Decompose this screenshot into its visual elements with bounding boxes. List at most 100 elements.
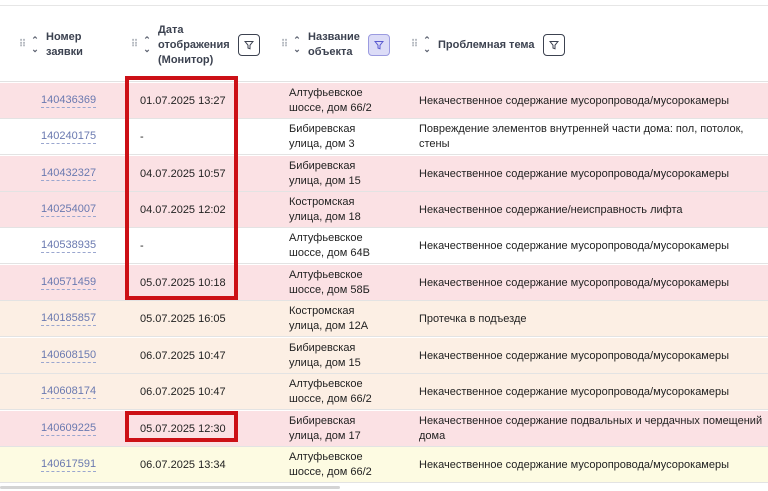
object-name-cell: Алтуфьевское шоссе, дом 66/2	[289, 374, 399, 410]
table-row[interactable]: 140185857 05.07.2025 16:05 Костромская улиц…	[0, 301, 768, 337]
column-header-number[interactable]: ⠿ ⌃ ⌄ Номер заявки	[18, 8, 83, 82]
object-name-cell: Алтуфьевское шоссе, дом 58Б	[289, 265, 399, 301]
sort-icon[interactable]: ⌃ ⌄	[142, 36, 152, 54]
object-name-cell: Алтуфьевское шоссе, дом 66/2	[289, 83, 399, 119]
object-name-line-2: шоссе, дом 58Б	[289, 284, 370, 296]
drag-handle-icon[interactable]: ⠿	[280, 40, 288, 50]
column-date-label-2: отображения	[158, 38, 230, 51]
table-row[interactable]: 140608150 06.07.2025 10:47 Бибиревская улиц…	[0, 338, 768, 374]
request-number-link[interactable]: 140240175	[41, 130, 97, 144]
object-name-line-2: улица, дом 17	[289, 430, 361, 442]
sort-icon[interactable]: ⌃ ⌄	[422, 36, 432, 54]
problem-topic-cell: Некачественное содержание мусоропровода/…	[419, 83, 764, 119]
problem-topic-cell: Повреждение элементов внутренней части д…	[419, 119, 764, 155]
request-number-cell: 140617591	[41, 447, 121, 483]
request-number-link[interactable]: 140608150	[41, 349, 97, 363]
table-row[interactable]: 140617591 06.07.2025 13:34 Алтуфьевское шос…	[0, 447, 768, 483]
problem-topic-cell: Некачественное содержание подвальных и ч…	[419, 411, 764, 447]
table-row[interactable]: 140608174 06.07.2025 10:47 Алтуфьевское шос…	[0, 374, 768, 410]
display-date: 05.07.2025 12:30	[140, 422, 226, 435]
drag-handle-icon[interactable]: ⠿	[18, 40, 26, 50]
problem-topic-line-1: Некачественное содержание/неисправность …	[419, 203, 683, 216]
display-date: 04.07.2025 10:57	[140, 167, 226, 180]
filter-button-object[interactable]	[367, 34, 390, 56]
problem-topic-line-1: Повреждение элементов внутренней части д…	[419, 123, 744, 135]
object-name-line-2: шоссе, дом 66/2	[289, 393, 372, 405]
problem-topic-cell: Некачественное содержание мусоропровода/…	[419, 374, 764, 410]
problem-topic-line-1: Некачественное содержание мусоропровода/…	[419, 239, 730, 252]
table-row[interactable]: 140432327 04.07.2025 10:57 Бибиревская улиц…	[0, 156, 768, 192]
display-date-cell: 06.07.2025 10:47	[140, 374, 260, 410]
top-divider	[0, 5, 768, 6]
request-number-link[interactable]: 140432327	[41, 167, 97, 181]
column-header-date[interactable]: ⠿ ⌃ ⌄ Дата отображения (Монитор)	[130, 8, 260, 82]
filter-button-date[interactable]	[237, 34, 260, 56]
object-name-line-2: улица, дом 15	[289, 357, 361, 369]
filter-icon	[243, 41, 254, 50]
request-number-cell: 140571459	[41, 265, 121, 301]
request-number-link[interactable]: 140254007	[41, 203, 97, 217]
object-name-line-1: Алтуфьевское	[289, 87, 363, 99]
problem-topic-cell: Некачественное содержание/неисправность …	[419, 192, 764, 228]
table-row[interactable]: 140609225 05.07.2025 12:30 Бибиревская улиц…	[0, 411, 768, 447]
request-number-link[interactable]: 140436369	[41, 94, 97, 108]
problem-topic-line-1: Протечка в подъезде	[419, 312, 527, 325]
object-name-cell: Алтуфьевское шоссе, дом 66/2	[289, 447, 399, 483]
request-number-link[interactable]: 140609225	[41, 422, 97, 436]
display-date: 06.07.2025 10:47	[140, 349, 226, 362]
display-date: -	[140, 239, 144, 252]
column-header-object[interactable]: ⠿ ⌃ ⌄ Название объекта	[280, 8, 390, 82]
object-name-line-1: Бибиревская	[289, 123, 356, 135]
display-date-cell: 04.07.2025 12:02	[140, 192, 260, 228]
object-name-cell: Костромская улица, дом 18	[289, 192, 399, 228]
drag-handle-icon[interactable]: ⠿	[410, 40, 418, 50]
object-name-cell: Бибиревская улица, дом 15	[289, 338, 399, 374]
drag-handle-icon[interactable]: ⠿	[130, 40, 138, 50]
object-name-line-2: шоссе, дом 66/2	[289, 102, 372, 114]
object-name-line-2: улица, дом 12А	[289, 320, 369, 332]
column-number-label-1: Номер	[46, 31, 82, 43]
object-name-line-1: Алтуфьевское	[289, 451, 363, 463]
object-name-line-2: улица, дом 3	[289, 138, 355, 150]
request-number-link[interactable]: 140571459	[41, 276, 97, 290]
column-header-topic[interactable]: ⠿ ⌃ ⌄ Проблемная тема	[410, 8, 565, 82]
object-name-cell: Бибиревская улица, дом 15	[289, 156, 399, 192]
request-number-link[interactable]: 140185857	[41, 312, 97, 326]
display-date-cell: -	[140, 119, 260, 155]
display-date-cell: 05.07.2025 12:30	[140, 411, 260, 447]
table-row[interactable]: 140240175 - Бибиревская улица, дом 3 Поврежд…	[0, 119, 768, 155]
request-number-cell: 140538935	[41, 228, 121, 264]
table-row[interactable]: 140436369 01.07.2025 13:27 Алтуфьевское шос…	[0, 83, 768, 119]
object-name-line-1: Бибиревская	[289, 415, 356, 427]
request-number-cell: 140432327	[41, 156, 121, 192]
problem-topic-line-1: Некачественное содержание мусоропровода/…	[419, 94, 730, 107]
object-name-line-1: Алтуфьевское	[289, 378, 363, 390]
display-date: 04.07.2025 12:02	[140, 203, 226, 216]
display-date-cell: 05.07.2025 16:05	[140, 301, 260, 337]
problem-topic-cell: Протечка в подъезде	[419, 301, 764, 337]
display-date-cell: 05.07.2025 10:18	[140, 265, 260, 301]
object-name-line-2: шоссе, дом 64В	[289, 247, 370, 259]
problem-topic-line-2: стены	[419, 138, 450, 150]
horizontal-scrollbar[interactable]	[0, 486, 340, 489]
request-number-cell: 140436369	[41, 83, 121, 119]
object-name-line-1: Костромская	[289, 305, 355, 317]
display-date: 06.07.2025 10:47	[140, 385, 226, 398]
filter-button-topic[interactable]	[542, 34, 565, 56]
request-number-link[interactable]: 140608174	[41, 385, 97, 399]
object-name-line-1: Бибиревская	[289, 342, 356, 354]
sort-icon[interactable]: ⌃ ⌄	[292, 36, 302, 54]
column-topic-label: Проблемная тема	[438, 38, 535, 51]
object-name-line-1: Костромская	[289, 196, 355, 208]
filter-icon	[548, 41, 559, 50]
request-number-link[interactable]: 140617591	[41, 458, 97, 472]
display-date-cell: 06.07.2025 10:47	[140, 338, 260, 374]
column-object-label-2: объекта	[308, 46, 353, 58]
sort-icon[interactable]: ⌃ ⌄	[30, 36, 40, 54]
table-row[interactable]: 140538935 - Алтуфьевское шоссе, дом 64В Нека…	[0, 228, 768, 264]
request-number-link[interactable]: 140538935	[41, 239, 97, 253]
table-row[interactable]: 140571459 05.07.2025 10:18 Алтуфьевское шос…	[0, 265, 768, 301]
column-number-label-2: заявки	[46, 46, 83, 58]
display-date: -	[140, 130, 144, 143]
table-row[interactable]: 140254007 04.07.2025 12:02 Костромская улиц…	[0, 192, 768, 228]
